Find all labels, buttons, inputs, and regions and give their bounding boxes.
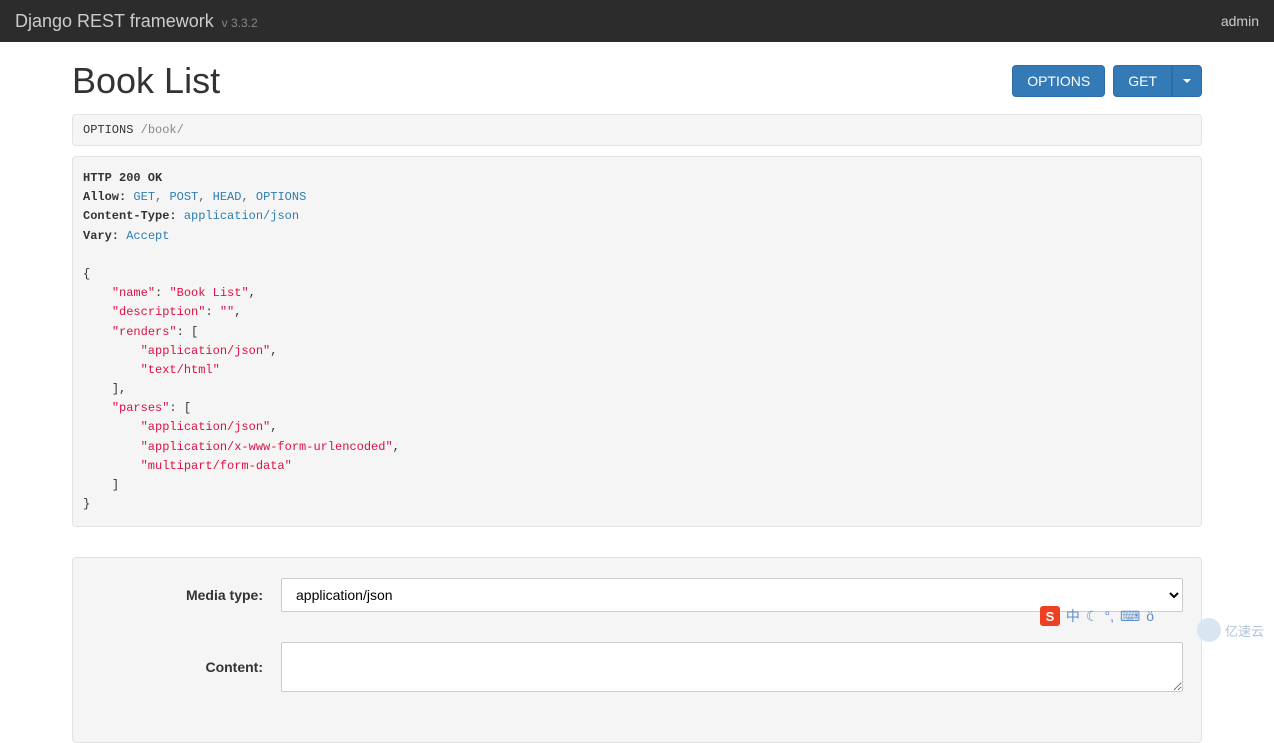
content-label: Content: bbox=[91, 659, 281, 675]
json-renders-key: "renders" bbox=[112, 325, 177, 339]
action-buttons: OPTIONS GET bbox=[1012, 65, 1202, 97]
response-panel: HTTP 200 OK Allow: GET, POST, HEAD, OPTI… bbox=[72, 156, 1202, 527]
allow-head: HEAD bbox=[213, 190, 242, 204]
ime-moon-icon[interactable]: ☾ bbox=[1086, 608, 1099, 625]
status-line: HTTP 200 OK bbox=[83, 171, 162, 185]
navbar-version: v 3.3.2 bbox=[222, 16, 258, 30]
ime-toolbar: S 中 ☾ °, ⌨ ö bbox=[1040, 606, 1154, 626]
json-parses-0: "application/json" bbox=[141, 420, 271, 434]
allow-post: POST bbox=[169, 190, 198, 204]
json-description-val: "" bbox=[220, 305, 234, 319]
form-panel: Media type: application/json Content: bbox=[72, 557, 1202, 743]
watermark-cloud-icon bbox=[1197, 618, 1221, 642]
content-type-value: application/json bbox=[184, 209, 299, 223]
content-textarea[interactable] bbox=[281, 642, 1183, 692]
media-type-label: Media type: bbox=[91, 587, 281, 603]
json-renders-0: "application/json" bbox=[141, 344, 271, 358]
request-info: OPTIONS /book/ bbox=[72, 114, 1202, 146]
options-button[interactable]: OPTIONS bbox=[1012, 65, 1105, 97]
json-parses-1: "application/x-www-form-urlencoded" bbox=[141, 440, 393, 454]
vary-label: Vary: bbox=[83, 229, 119, 243]
json-name-key: "name" bbox=[112, 286, 155, 300]
navbar-brand[interactable]: Django REST framework bbox=[15, 11, 214, 31]
navbar: Django REST framework v 3.3.2 admin bbox=[0, 0, 1274, 42]
caret-down-icon bbox=[1183, 79, 1191, 83]
request-method: OPTIONS bbox=[83, 123, 133, 137]
json-parses-key: "parses" bbox=[112, 401, 170, 415]
allow-get: GET bbox=[133, 190, 155, 204]
ime-punct-icon[interactable]: °, bbox=[1104, 608, 1114, 624]
get-button-group: GET bbox=[1113, 65, 1202, 97]
json-parses-2: "multipart/form-data" bbox=[141, 459, 292, 473]
json-name-val: "Book List" bbox=[169, 286, 248, 300]
page-title: Book List bbox=[72, 60, 220, 102]
navbar-brand-wrap: Django REST framework v 3.3.2 bbox=[15, 11, 258, 32]
get-button[interactable]: GET bbox=[1113, 65, 1172, 97]
allow-options: OPTIONS bbox=[256, 190, 306, 204]
watermark: 亿速云 bbox=[1197, 618, 1264, 642]
get-dropdown-toggle[interactable] bbox=[1172, 65, 1202, 97]
media-type-row: Media type: application/json bbox=[91, 578, 1183, 612]
ime-zh-icon[interactable]: 中 bbox=[1066, 606, 1080, 626]
content-row: Content: bbox=[91, 642, 1183, 692]
ime-face-icon[interactable]: ö bbox=[1146, 608, 1154, 624]
request-path: /book/ bbox=[141, 123, 184, 137]
vary-value: Accept bbox=[126, 229, 169, 243]
json-renders-1: "text/html" bbox=[141, 363, 220, 377]
ime-keyboard-icon[interactable]: ⌨ bbox=[1120, 608, 1140, 625]
allow-label: Allow: bbox=[83, 190, 126, 204]
page-header: Book List OPTIONS GET bbox=[72, 60, 1202, 102]
watermark-text: 亿速云 bbox=[1225, 621, 1264, 640]
json-description-key: "description" bbox=[112, 305, 206, 319]
navbar-user-menu[interactable]: admin bbox=[1221, 13, 1259, 29]
ime-s-icon[interactable]: S bbox=[1040, 606, 1060, 626]
content-type-label: Content-Type: bbox=[83, 209, 177, 223]
